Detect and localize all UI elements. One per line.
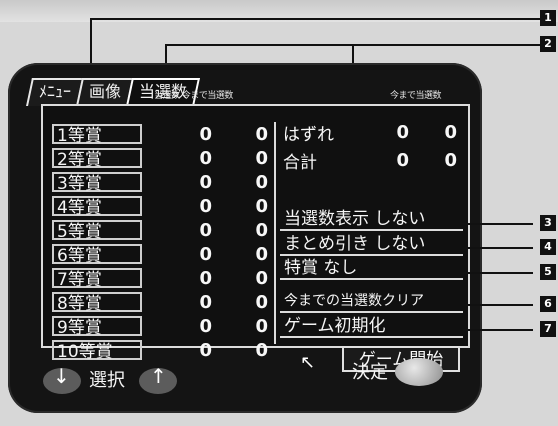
prize-list: 1等賞 0 0 2等賞 0 0 3等賞 0 0 4等賞 0 0 5等賞 0 0 … bbox=[52, 122, 272, 362]
prize-total: 0 bbox=[255, 243, 268, 265]
prize-count: 0 bbox=[199, 267, 212, 289]
callout-line-7 bbox=[463, 329, 533, 331]
prize-count: 0 bbox=[199, 147, 212, 169]
prize-count: 0 bbox=[199, 219, 212, 241]
prize-total: 0 bbox=[255, 267, 268, 289]
tab-menu[interactable]: ﾒﾆｭｰ bbox=[26, 78, 84, 106]
callout-3: 3 bbox=[540, 215, 556, 231]
footer-controls: ↓ 選択 ↑ 決定 bbox=[39, 354, 459, 402]
panel-divider bbox=[274, 122, 276, 344]
stat-label: 合計 bbox=[283, 152, 317, 173]
callout-line-5 bbox=[463, 272, 533, 274]
prize-label: 5等賞 bbox=[52, 220, 142, 242]
prize-total: 0 bbox=[255, 195, 268, 217]
option-special-prize[interactable]: 特賞 なし bbox=[280, 256, 463, 280]
option-clear-wins[interactable]: 今までの当選数クリア bbox=[280, 289, 463, 313]
right-header: 今まで当選数 bbox=[390, 91, 442, 101]
prize-label: 8等賞 bbox=[52, 292, 142, 314]
prize-label: 3等賞 bbox=[52, 172, 142, 194]
callout-2: 2 bbox=[540, 36, 556, 52]
tab-image[interactable]: 画像 bbox=[76, 78, 135, 106]
prize-count: 0 bbox=[199, 195, 212, 217]
stat-count: 0 bbox=[396, 149, 409, 171]
callout-6: 6 bbox=[540, 296, 556, 312]
prize-total: 0 bbox=[255, 123, 268, 145]
stat-row-sum: 合計 0 0 bbox=[283, 146, 461, 174]
select-label: 選択 bbox=[89, 370, 125, 391]
confirm-label: 決定 bbox=[352, 362, 388, 383]
left-header: 当選数 今まで当選数 bbox=[154, 91, 233, 101]
callout-7: 7 bbox=[540, 321, 556, 337]
prize-label: 2等賞 bbox=[52, 148, 142, 170]
option-reset-game[interactable]: ゲーム初期化 bbox=[280, 314, 463, 338]
callout-line-3 bbox=[463, 223, 533, 225]
option-win-display[interactable]: 当選数表示 しない bbox=[280, 207, 463, 231]
prize-row: 5等賞 0 0 bbox=[52, 218, 272, 242]
callout-5: 5 bbox=[540, 264, 556, 280]
prize-label: 7等賞 bbox=[52, 268, 142, 290]
up-arrow-icon: ↑ bbox=[150, 364, 167, 388]
callout-4: 4 bbox=[540, 239, 556, 255]
callout-line-1 bbox=[90, 18, 547, 20]
stat-total: 0 bbox=[444, 121, 457, 143]
prize-count: 0 bbox=[199, 123, 212, 145]
stat-row-miss: はずれ 0 0 bbox=[283, 118, 461, 146]
callout-line-2 bbox=[165, 44, 547, 46]
callout-line-6 bbox=[463, 304, 533, 306]
prize-row: 9等賞 0 0 bbox=[52, 314, 272, 338]
prize-row: 8等賞 0 0 bbox=[52, 290, 272, 314]
stat-total: 0 bbox=[444, 149, 457, 171]
down-arrow-icon: ↓ bbox=[53, 364, 70, 388]
callout-1: 1 bbox=[540, 10, 556, 26]
prize-total: 0 bbox=[255, 219, 268, 241]
prize-label: 1等賞 bbox=[52, 124, 142, 146]
prize-row: 4等賞 0 0 bbox=[52, 194, 272, 218]
prize-row: 3等賞 0 0 bbox=[52, 170, 272, 194]
stats-box: はずれ 0 0 合計 0 0 bbox=[283, 118, 461, 180]
prize-count: 0 bbox=[199, 243, 212, 265]
stat-count: 0 bbox=[396, 121, 409, 143]
prize-label: 6等賞 bbox=[52, 244, 142, 266]
prize-count: 0 bbox=[199, 291, 212, 313]
prize-row: 2等賞 0 0 bbox=[52, 146, 272, 170]
prize-row: 1等賞 0 0 bbox=[52, 122, 272, 146]
prize-total: 0 bbox=[255, 171, 268, 193]
callout-line-4 bbox=[463, 247, 533, 249]
prize-label: 9等賞 bbox=[52, 316, 142, 338]
prize-count: 0 bbox=[199, 171, 212, 193]
prize-total: 0 bbox=[255, 315, 268, 337]
prize-count: 0 bbox=[199, 315, 212, 337]
prize-row: 6等賞 0 0 bbox=[52, 242, 272, 266]
prize-total: 0 bbox=[255, 291, 268, 313]
stat-label: はずれ bbox=[283, 124, 334, 145]
confirm-button-icon[interactable] bbox=[395, 358, 443, 386]
prize-label: 4等賞 bbox=[52, 196, 142, 218]
prize-total: 0 bbox=[255, 147, 268, 169]
prize-row: 7等賞 0 0 bbox=[52, 266, 272, 290]
option-bulk-draw[interactable]: まとめ引き しない bbox=[280, 232, 463, 256]
